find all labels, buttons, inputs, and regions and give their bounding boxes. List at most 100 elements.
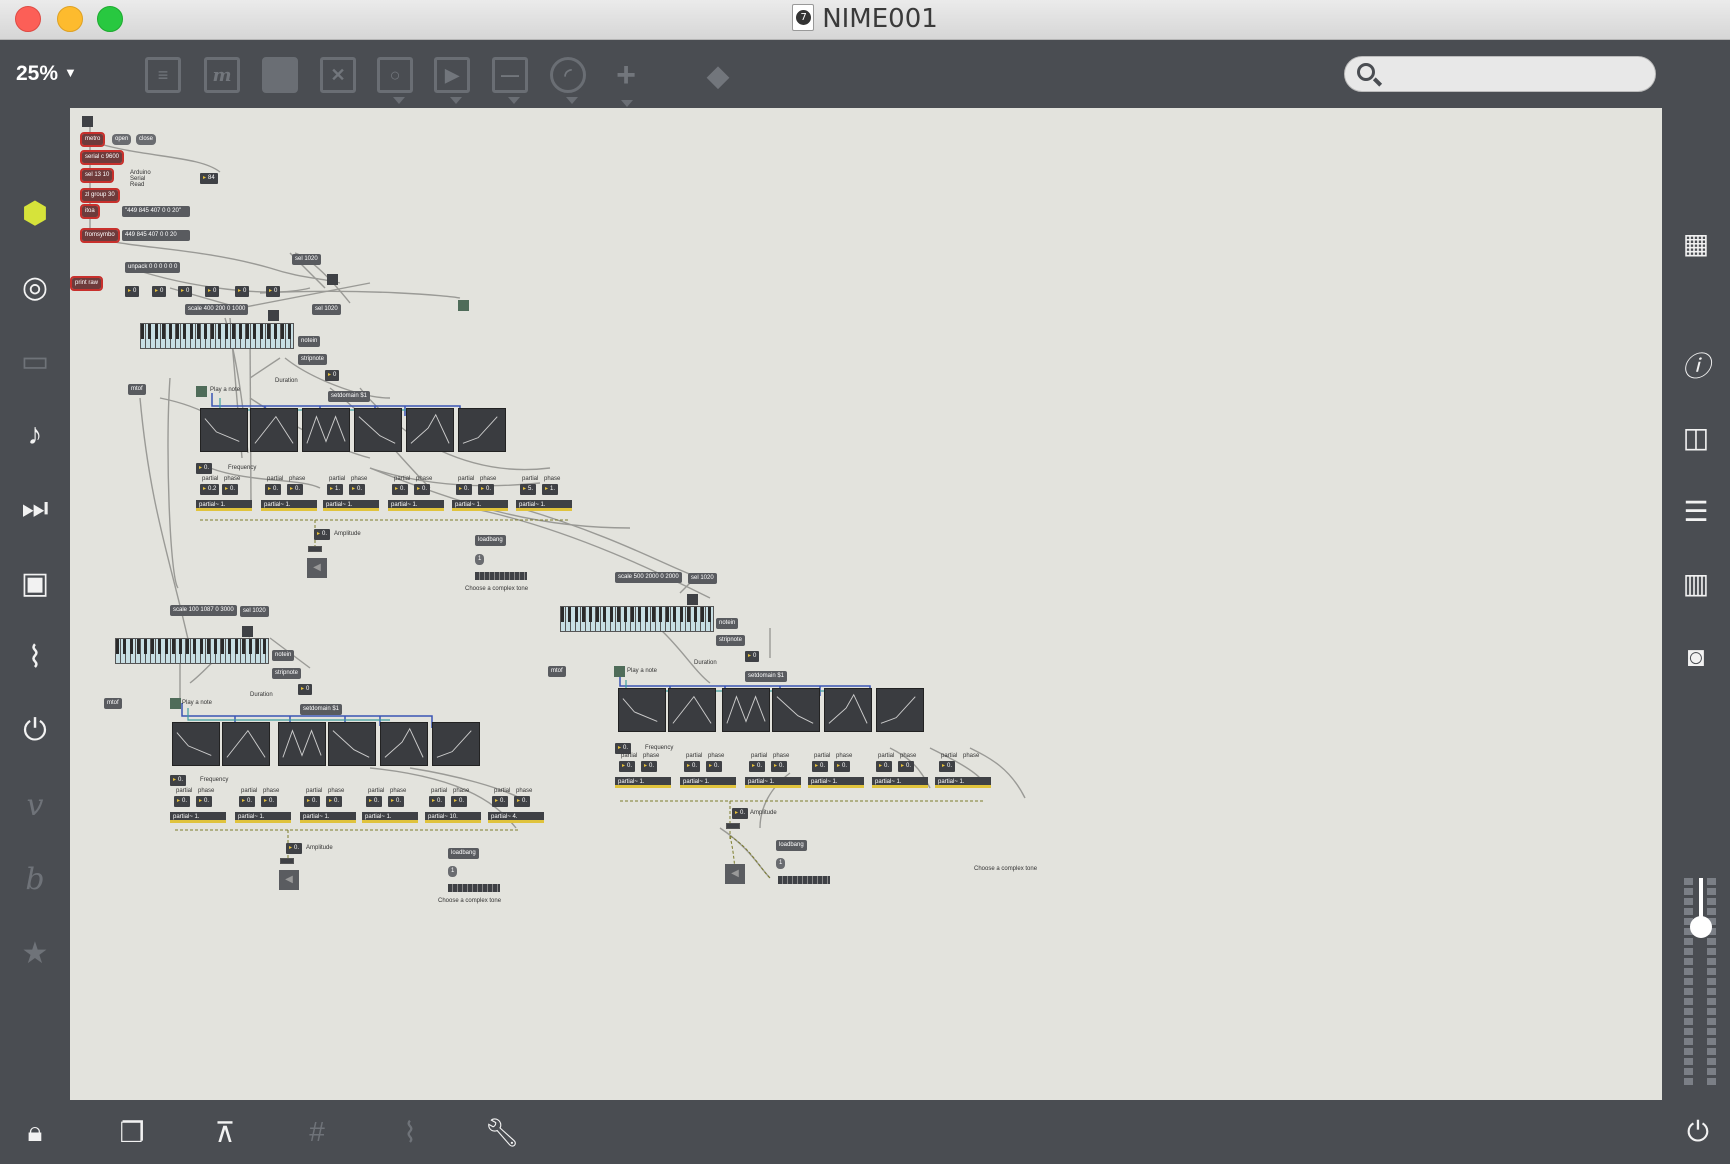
phase-number-4[interactable]: 0. bbox=[388, 796, 405, 807]
function-graph-voice3-2[interactable] bbox=[668, 688, 716, 732]
unpack-out-5[interactable]: 0 bbox=[235, 286, 250, 297]
duration-number-2[interactable]: 0 bbox=[298, 684, 313, 695]
windows-icon[interactable]: ❐ bbox=[112, 1112, 152, 1152]
search-box[interactable] bbox=[1344, 56, 1656, 92]
comment-tool[interactable] bbox=[262, 57, 298, 93]
frequency-number-2[interactable]: 0. bbox=[170, 775, 187, 786]
phase-number-3[interactable]: 0. bbox=[349, 484, 366, 495]
volume-meter[interactable] bbox=[1682, 878, 1718, 1088]
mtof-2[interactable]: mtof bbox=[104, 698, 122, 709]
function-graph-voice3-4[interactable] bbox=[772, 688, 820, 732]
setdomain-3[interactable]: setdomain $1 bbox=[745, 671, 788, 682]
duration-number-1[interactable]: 0 bbox=[325, 370, 340, 381]
msg-one-1[interactable]: 1 bbox=[475, 554, 485, 565]
partial-number-4[interactable]: 0. bbox=[392, 484, 409, 495]
print-object[interactable]: print raw bbox=[70, 276, 104, 291]
msg-one-3[interactable]: 1 bbox=[776, 858, 786, 869]
wrench-icon[interactable]: 🔧︎ bbox=[482, 1112, 522, 1152]
power-icon[interactable]: ⏻ bbox=[1678, 1112, 1718, 1152]
unpack-out-2[interactable]: 0 bbox=[152, 286, 167, 297]
phase-number-1[interactable]: 0. bbox=[641, 761, 658, 772]
partial-number-6[interactable]: 0. bbox=[939, 761, 956, 772]
mtof-3[interactable]: mtof bbox=[548, 666, 566, 677]
phase-number-3[interactable]: 0. bbox=[326, 796, 343, 807]
partial-object-3[interactable]: partial~ 1. bbox=[745, 777, 801, 788]
bang-3[interactable] bbox=[687, 594, 698, 605]
patcher-canvas[interactable]: metro open close serial c 9600 sel 13 10… bbox=[70, 108, 1662, 1100]
function-graph-voice1-6[interactable] bbox=[458, 408, 506, 452]
function-graph-voice2-6[interactable] bbox=[432, 722, 480, 766]
function-graph-voice3-6[interactable] bbox=[876, 688, 924, 732]
play-bang-3[interactable] bbox=[614, 666, 625, 677]
partial-object-1[interactable]: partial~ 1. bbox=[196, 500, 252, 511]
loadbang-1[interactable]: loadbang bbox=[475, 535, 506, 546]
snap-icon[interactable]: ⌇ bbox=[390, 1112, 430, 1152]
phase-number-5[interactable]: 0. bbox=[478, 484, 495, 495]
tone-radio-3[interactable] bbox=[778, 876, 830, 884]
b-icon[interactable]: b bbox=[16, 860, 54, 898]
loadbang-3[interactable]: loadbang bbox=[776, 840, 807, 851]
partial-object-4[interactable]: partial~ 1. bbox=[362, 812, 418, 823]
function-graph-voice3-3[interactable] bbox=[722, 688, 770, 732]
message-box-tool[interactable]: m bbox=[204, 57, 240, 93]
stripnote-2[interactable]: stripnote bbox=[272, 668, 302, 679]
play-bang-1[interactable] bbox=[196, 386, 207, 397]
sel-2[interactable]: sel 1020 bbox=[240, 606, 269, 617]
scale-object-3[interactable]: scale 500 2000 0 2000 bbox=[615, 572, 682, 583]
phase-number-5[interactable]: 0. bbox=[898, 761, 915, 772]
presentation-icon[interactable]: ⊼ bbox=[205, 1112, 245, 1152]
grid-toggle-icon[interactable]: # bbox=[297, 1112, 337, 1152]
loadbang-2[interactable]: loadbang bbox=[448, 848, 479, 859]
list-icon[interactable]: ☰ bbox=[1677, 492, 1715, 530]
keyboard-2[interactable] bbox=[115, 638, 269, 664]
partial-number-1[interactable]: 0. bbox=[174, 796, 191, 807]
stripnote-3[interactable]: stripnote bbox=[716, 635, 746, 646]
metro-object[interactable]: metro bbox=[79, 132, 106, 147]
sel-object[interactable]: sel 13 10 bbox=[79, 168, 115, 183]
bang-a[interactable] bbox=[327, 274, 338, 285]
sel-3[interactable]: sel 1020 bbox=[688, 573, 717, 584]
phase-number-1[interactable]: 0. bbox=[222, 484, 239, 495]
number-84[interactable]: 84 bbox=[200, 173, 218, 184]
partial-number-3[interactable]: 0. bbox=[749, 761, 766, 772]
function-graph-voice1-1[interactable] bbox=[200, 408, 248, 452]
stripnote-1[interactable]: stripnote bbox=[298, 354, 328, 365]
partial-object-4[interactable]: partial~ 1. bbox=[808, 777, 864, 788]
keyboard-1[interactable] bbox=[140, 323, 294, 349]
sel1020-b[interactable]: sel 1020 bbox=[312, 304, 341, 315]
symbol-message[interactable]: "449 845 407 0 0 20" bbox=[122, 206, 190, 217]
object-box-tool[interactable]: ≡ bbox=[145, 57, 181, 93]
amplitude-number-3[interactable]: 0. bbox=[732, 808, 749, 819]
serial-bang[interactable] bbox=[82, 116, 93, 127]
phase-number-5[interactable]: 0. bbox=[451, 796, 468, 807]
unpack-out-4[interactable]: 0 bbox=[205, 286, 220, 297]
partial-number-6[interactable]: 5. bbox=[520, 484, 537, 495]
partial-object-6[interactable]: partial~ 4. bbox=[488, 812, 544, 823]
partial-object-2[interactable]: partial~ 1. bbox=[235, 812, 291, 823]
unpack-out-3[interactable]: 0 bbox=[178, 286, 193, 297]
function-graph-voice3-5[interactable] bbox=[824, 688, 872, 732]
toggle-tool[interactable]: ○ bbox=[377, 57, 413, 104]
music-note-icon[interactable]: ♪ bbox=[16, 416, 54, 454]
function-graph-voice2-5[interactable] bbox=[380, 722, 428, 766]
speaker-icon-1[interactable]: ◀ bbox=[307, 558, 327, 578]
split-view-icon[interactable]: ◫ bbox=[1677, 418, 1715, 456]
function-graph-voice1-4[interactable] bbox=[354, 408, 402, 452]
tone-radio-1[interactable] bbox=[475, 572, 527, 580]
partial-object-1[interactable]: partial~ 1. bbox=[615, 777, 671, 788]
open-message[interactable]: open bbox=[112, 134, 132, 145]
partial-number-5[interactable]: 0. bbox=[429, 796, 446, 807]
partial-number-1[interactable]: 0.2 bbox=[200, 484, 220, 495]
unpack-out-1[interactable]: 0 bbox=[125, 286, 140, 297]
frequency-number-1[interactable]: 0. bbox=[196, 463, 213, 474]
partial-object-3[interactable]: partial~ 1. bbox=[300, 812, 356, 823]
paperclip-icon[interactable]: ⌇ bbox=[16, 638, 54, 676]
lock-icon[interactable]: 🔒︎ bbox=[15, 1112, 55, 1152]
bang-b[interactable] bbox=[268, 310, 279, 321]
partial-object-2[interactable]: partial~ 1. bbox=[680, 777, 736, 788]
function-graph-voice1-3[interactable] bbox=[302, 408, 350, 452]
panel-icon[interactable]: ▭ bbox=[16, 342, 54, 380]
function-graph-voice2-3[interactable] bbox=[278, 722, 326, 766]
v-icon[interactable]: v bbox=[16, 786, 54, 824]
book-icon[interactable]: ▥ bbox=[1677, 564, 1715, 602]
